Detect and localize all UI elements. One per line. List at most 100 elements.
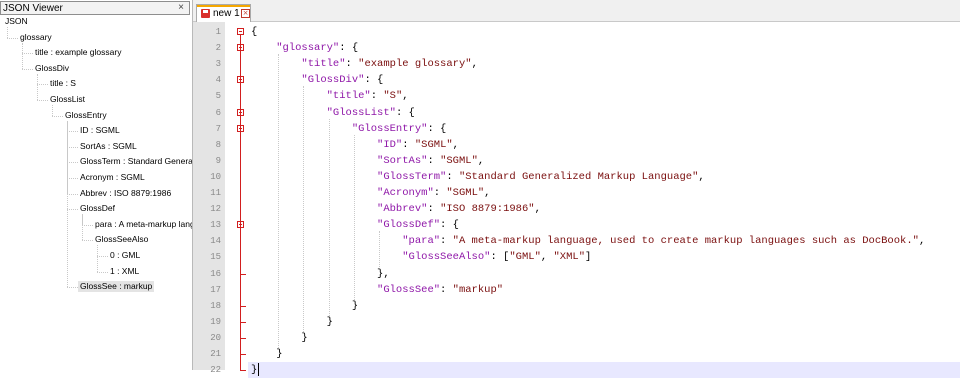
tree-connector [22, 53, 33, 55]
tree-node-glossdiv-title[interactable]: title : S [48, 78, 78, 89]
tree-node-title[interactable]: title : example glossary [33, 47, 123, 58]
json-string: "SGML" [446, 187, 485, 199]
code-line[interactable]: "Acronym": "SGML", [251, 185, 490, 201]
code-line[interactable]: "para": "A meta-markup language, used to… [251, 233, 925, 249]
code-line[interactable]: }, [251, 266, 390, 282]
json-punctuation: } [251, 331, 308, 344]
code-line[interactable]: } [251, 330, 308, 346]
tree-connector [67, 287, 78, 289]
tree-node-id[interactable]: ID : SGML [78, 125, 122, 136]
tree-node-para[interactable]: para : A meta-markup language, used to c… [93, 219, 192, 230]
json-string: "Standard Generalized Markup Language" [458, 170, 699, 183]
code-line[interactable]: "SortAs": "SGML", [251, 153, 484, 169]
tree-node-sortas[interactable]: SortAs : SGML [78, 141, 139, 152]
code-line[interactable]: } [251, 346, 282, 362]
tree-connector [52, 105, 53, 116]
tree-node-glossterm[interactable]: GlossTerm : Standard Generalized Markup … [78, 156, 192, 167]
code-line[interactable]: { [251, 24, 257, 40]
fold-end-marker [240, 305, 246, 307]
tree-node-glossdef[interactable]: GlossDef [78, 203, 117, 214]
json-punctuation: , [484, 187, 491, 199]
json-punctuation: : { [440, 219, 459, 232]
tree-connector [67, 193, 78, 195]
json-punctuation [251, 171, 377, 183]
json-key: "GlossDiv" [301, 74, 365, 87]
indent-guide [303, 86, 305, 332]
json-punctuation: , [540, 251, 554, 264]
tree-node-gml[interactable]: 0 : GML [108, 250, 142, 261]
code-line[interactable]: } [251, 362, 260, 378]
tree-node-xml[interactable]: 1 : XML [108, 266, 141, 277]
code-line[interactable]: } [251, 314, 333, 330]
code-line[interactable]: "GlossSee": "markup" [251, 282, 503, 298]
line-number: 18 [210, 300, 221, 311]
json-string: "SGML" [414, 138, 453, 151]
json-punctuation: , [471, 58, 478, 71]
json-punctuation [251, 123, 352, 135]
tree-connector [22, 42, 23, 69]
json-key: "GlossSee" [377, 283, 441, 296]
code-line[interactable]: "GlossDef": { [251, 217, 459, 233]
code-line[interactable]: "title": "example glossary", [251, 56, 478, 72]
fold-end-marker [240, 370, 246, 372]
json-key: "GlossTerm" [377, 170, 447, 183]
json-punctuation: : [345, 58, 359, 71]
tree-node-abbrev[interactable]: Abbrev : ISO 8879:1986 [78, 188, 173, 199]
json-punctuation [251, 58, 301, 70]
code-line[interactable]: "title": "S", [251, 88, 409, 104]
tree-node-glossentry[interactable]: GlossEntry [63, 110, 109, 121]
json-punctuation [251, 219, 377, 231]
json-punctuation: , [477, 154, 485, 167]
code-line[interactable]: "ID": "SGML", [251, 137, 459, 153]
tree-connector [67, 131, 78, 133]
line-number: 5 [215, 91, 221, 102]
tab-new-1[interactable]: new 1 × [196, 4, 251, 22]
json-key: "GlossDef" [377, 219, 441, 232]
tree-node-acronym[interactable]: Acronym : SGML [78, 172, 147, 183]
fold-end-marker [240, 273, 246, 275]
json-punctuation: }, [251, 267, 390, 280]
tree-node-glossary[interactable]: glossary [18, 32, 54, 43]
code-line[interactable]: } [251, 298, 358, 314]
close-icon[interactable]: × [176, 3, 186, 13]
tree-node-glosslist[interactable]: GlossList [48, 94, 87, 105]
line-number: 6 [215, 107, 221, 118]
json-punctuation: } [251, 299, 359, 312]
json-string: "GML" [509, 251, 541, 264]
fold-toggle-icon[interactable] [237, 28, 244, 35]
code-line[interactable]: "GlossList": { [251, 105, 415, 121]
tree-connector [97, 256, 108, 257]
fold-end-marker [240, 321, 246, 323]
tree-node-json[interactable]: JSON [3, 16, 30, 27]
code-line[interactable]: "GlossSeeAlso": ["GML", "XML"] [251, 249, 591, 265]
tree-node-glosssee[interactable]: GlossSee : markup [78, 281, 155, 293]
json-punctuation [251, 74, 301, 86]
code-line[interactable]: "GlossTerm": "Standard Generalized Marku… [251, 169, 705, 185]
json-key: "Acronym" [377, 187, 434, 199]
tree-connector [67, 146, 78, 148]
json-key: "title" [301, 58, 346, 71]
tree-connector [52, 115, 63, 117]
tree-connector [97, 271, 108, 273]
tree-node-glossdiv[interactable]: GlossDiv [33, 63, 71, 74]
code-line[interactable]: "GlossEntry": { [251, 121, 447, 137]
json-punctuation: , [534, 203, 541, 216]
tree-node-glossseealso[interactable]: GlossSeeAlso [93, 234, 150, 245]
indent-guide [379, 231, 380, 268]
code-line[interactable]: "Abbrev": "ISO 8879:1986", [251, 201, 541, 217]
tree-connector [67, 162, 78, 164]
code-line[interactable]: "GlossDiv": { [251, 72, 383, 88]
floppy-disk-icon [201, 9, 210, 18]
json-punctuation: , [402, 90, 409, 103]
indent-guide [328, 118, 330, 316]
tab-close-icon[interactable]: × [241, 9, 250, 18]
json-string: "ISO 8879:1986" [440, 203, 535, 216]
tree-connector [37, 84, 48, 86]
json-punctuation: : [446, 170, 459, 183]
tree-connector [97, 245, 98, 272]
json-key: "SortAs" [377, 154, 428, 167]
json-viewer-header: JSON Viewer × [0, 1, 190, 15]
json-punctuation: : [427, 203, 441, 216]
line-number: 8 [215, 139, 221, 150]
code-line[interactable]: "glossary": { [251, 40, 358, 56]
